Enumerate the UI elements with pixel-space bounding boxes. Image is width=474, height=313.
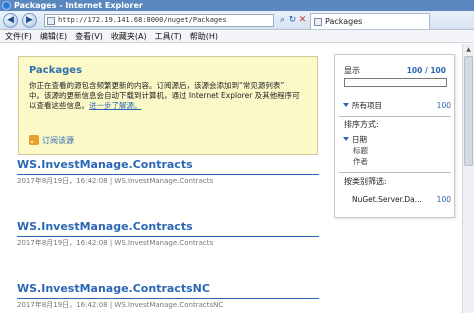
tab-packages[interactable]: Packages [310, 13, 430, 29]
package-entry: WS.InvestManage.Contracts 2017年8月19日，16:… [17, 158, 319, 186]
all-items-count: 100 [436, 101, 451, 110]
back-button[interactable]: ◀ [3, 13, 18, 28]
category-filter-label: NuGet.Server.Da... [352, 195, 422, 204]
package-entry: WS.InvestManage.ContractsNC 2017年8月19日，1… [17, 282, 319, 310]
subscribe-label: 订阅该源 [42, 136, 74, 145]
window-title: Packages - Internet Explorer [14, 1, 143, 10]
package-meta: 2017年8月19日，16:42:08 | WS.InvestManage.Co… [17, 239, 214, 247]
package-divider [17, 236, 319, 237]
feed-description-line: 中。该源的更新信息会自动下载到计算机，通过 Internet Explorer … [29, 91, 300, 100]
rss-feed-icon [29, 135, 39, 145]
filter-section: 按类别筛选: [335, 177, 454, 187]
sort-section: 排序方式: [335, 120, 454, 130]
package-divider [17, 298, 319, 299]
address-bar[interactable]: http://172.19.141.68:8000/nuget/Packages [44, 14, 274, 27]
feed-title: Packages [29, 65, 83, 76]
learn-more-link[interactable]: 进一步了解源。 [89, 101, 142, 110]
stop-button[interactable]: ✕ [297, 15, 308, 26]
close-icon: ✕ [298, 15, 307, 25]
all-items-label: 所有项目 [352, 101, 382, 110]
refresh-icon: ↻ [288, 15, 297, 25]
feed-description-line: 以查看这些信息。进一步了解源。 [29, 101, 314, 111]
menu-favorites[interactable]: 收藏夹(A) [107, 30, 151, 43]
category-filter-item[interactable]: NuGet.Server.Da... 100 [352, 195, 451, 205]
display-count: 100 / 100 [406, 66, 446, 75]
display-section: 显示 100 / 100 [335, 66, 454, 76]
feed-description-text: 以查看这些信息。 [29, 101, 89, 110]
package-meta: 2017年8月19日，16:42:08 | WS.InvestManage.Co… [17, 301, 224, 309]
category-filter-count: 100 [436, 195, 451, 204]
forward-arrow-icon: ▶ [26, 15, 33, 25]
panel-divider [339, 172, 451, 173]
navigation-bar: ◀ ▶ http://172.19.141.68:8000/nuget/Pack… [0, 11, 474, 30]
feed-info-box: Packages 你正在查看的源包含频繁更新的内容。订阅源后，该源会添加到“常见… [18, 56, 318, 155]
package-meta: 2017年8月19日，16:42:08 | WS.InvestManage.Co… [17, 177, 214, 185]
subscribe-link[interactable]: 订阅该源 [29, 135, 74, 146]
sort-label: 排序方式: [344, 120, 379, 129]
vertical-scrollbar[interactable]: ▲ [462, 44, 474, 313]
feed-description-line: 你正在查看的源包含频繁更新的内容。订阅源后，该源会添加到“常见源列表” [29, 81, 285, 90]
package-title-link[interactable]: WS.InvestManage.ContractsNC [17, 282, 319, 296]
package-divider [17, 174, 319, 175]
page-icon [47, 17, 55, 25]
package-title-link[interactable]: WS.InvestManage.Contracts [17, 220, 319, 234]
menu-bar: 文件(F) 编辑(E) 查看(V) 收藏夹(A) 工具(T) 帮助(H) [0, 30, 474, 43]
all-items-filter[interactable]: 所有项目 100 [343, 101, 451, 111]
search-icon: ⌕ [279, 15, 286, 25]
menu-tools[interactable]: 工具(T) [151, 30, 186, 43]
scrollbar-thumb[interactable] [464, 56, 473, 166]
feed-description: 你正在查看的源包含频繁更新的内容。订阅源后，该源会添加到“常见源列表” 中。该源… [29, 81, 314, 111]
sort-option-label: 日期 [352, 135, 367, 144]
feed-content: Packages 你正在查看的源包含频繁更新的内容。订阅源后，该源会添加到“常见… [0, 44, 462, 313]
menu-edit[interactable]: 编辑(E) [36, 30, 71, 43]
feed-filter-panel: 显示 100 / 100 所有项目 100 排序方式: 日期 标题 作者 按类别… [334, 54, 455, 218]
feed-search-input[interactable] [344, 78, 447, 87]
sort-triangle-icon [343, 137, 349, 141]
scroll-up-icon[interactable]: ▲ [463, 45, 474, 55]
internet-explorer-icon [2, 1, 11, 10]
menu-view[interactable]: 查看(V) [71, 30, 107, 43]
back-arrow-icon: ◀ [7, 15, 14, 25]
filter-label: 按类别筛选: [344, 177, 387, 186]
sort-option-date[interactable]: 日期 [343, 135, 451, 145]
sort-option-title[interactable]: 标题 [353, 146, 368, 156]
window-title-bar: Packages - Internet Explorer [0, 0, 474, 11]
sort-option-author[interactable]: 作者 [353, 157, 368, 167]
package-title-link[interactable]: WS.InvestManage.Contracts [17, 158, 319, 172]
menu-file[interactable]: 文件(F) [0, 30, 36, 43]
panel-divider [339, 116, 451, 117]
selected-triangle-icon [343, 103, 349, 107]
package-entry: WS.InvestManage.Contracts 2017年8月19日，16:… [17, 220, 319, 248]
forward-button[interactable]: ▶ [22, 13, 37, 28]
tab-label: Packages [325, 17, 363, 26]
page-icon [314, 18, 322, 26]
menu-help[interactable]: 帮助(H) [186, 30, 222, 43]
address-url: http://172.19.141.68:8000/nuget/Packages [58, 16, 227, 24]
